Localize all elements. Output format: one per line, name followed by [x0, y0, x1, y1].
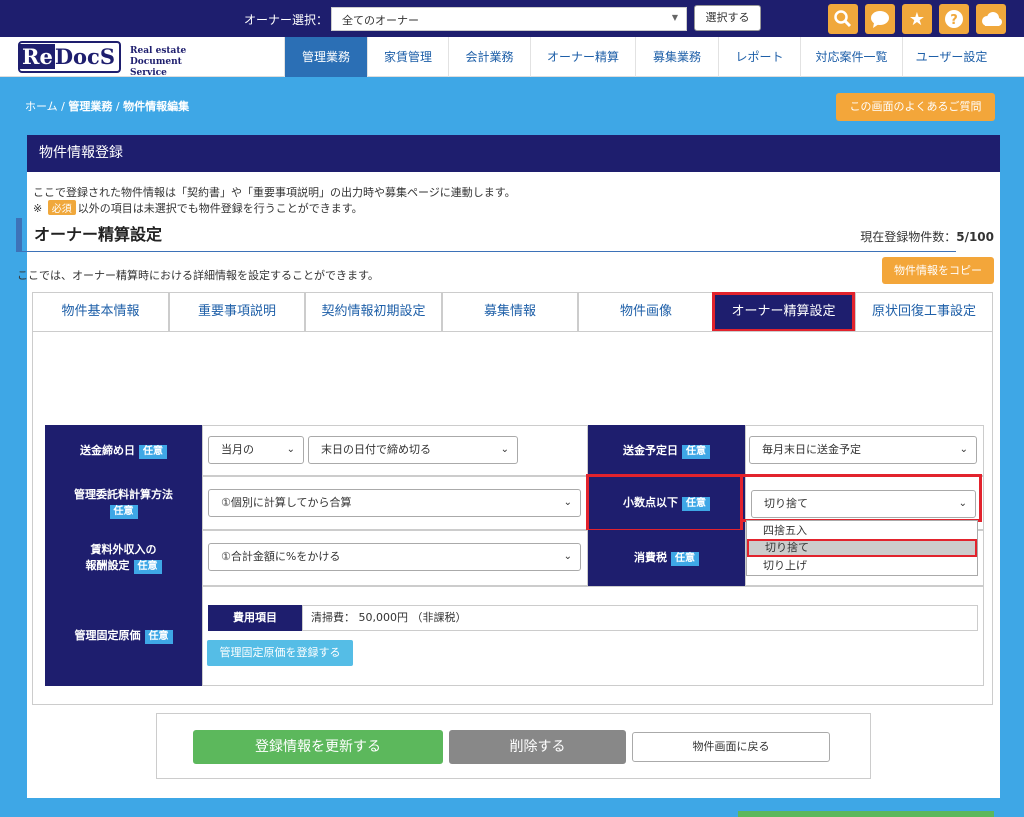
redocs-logo[interactable]: ReDocS Real estate Document Service — [18, 41, 214, 78]
commission-method-label: 管理委託料計算方法 任意 — [45, 476, 202, 530]
property-count: 現在登録物件数：5/100 — [860, 230, 994, 244]
help-icon[interactable]: ? — [939, 4, 969, 34]
top-bar: オーナー選択： 全てのオーナー ▼ 選択する ★ ? — [0, 0, 1024, 37]
owner-select[interactable]: 全てのオーナー ▼ — [331, 7, 687, 31]
chevron-down-icon: ▼ — [671, 13, 678, 22]
chevron-down-icon: ⌄ — [500, 444, 509, 455]
tab-restoration[interactable]: 原状回復工事設定 — [855, 292, 993, 332]
main-nav: ReDocS Real estate Document Service 管理業務 … — [0, 37, 1024, 78]
non-rent-income-select[interactable]: ①合計金額に%をかける ⌄ — [208, 543, 581, 571]
chevron-down-icon: ⌄ — [563, 497, 572, 508]
non-rent-income-label: 賃料外収入の 報酬設定 任意 — [45, 530, 202, 586]
section-divider — [16, 251, 956, 252]
section-title: オーナー精算設定 — [16, 218, 162, 251]
nav-user-settings[interactable]: ユーザー設定 — [902, 37, 1000, 77]
owner-select-value: 全てのオーナー — [342, 14, 419, 27]
tab-recruitment-info[interactable]: 募集情報 — [442, 292, 578, 332]
fixed-cost-cell — [202, 586, 984, 686]
breadcrumb: ホーム / 管理業務 / 物件情報編集 — [25, 100, 190, 113]
star-icon[interactable]: ★ — [902, 4, 932, 34]
optional-tag: 任意 — [139, 444, 167, 459]
nav-cases[interactable]: 対応案件一覧 — [800, 37, 902, 77]
intro-text: ここで登録された物件情報は「契約書」や「重要事項説明」の出力時や募集ページに連動… — [33, 186, 516, 199]
chat-icon[interactable] — [865, 4, 895, 34]
back-to-property-button[interactable]: 物件画面に戻る — [632, 732, 830, 762]
faq-button[interactable]: この画面のよくあるご質問 — [836, 93, 995, 121]
svg-text:?: ? — [950, 13, 958, 28]
closing-month-select[interactable]: 当月の ⌄ — [208, 436, 304, 464]
nav-rent[interactable]: 家賃管理 — [367, 37, 448, 77]
copy-property-button[interactable]: 物件情報をコピー — [882, 257, 994, 284]
nav-report[interactable]: レポート — [718, 37, 800, 77]
nav-owner-settlement[interactable]: オーナー精算 — [530, 37, 635, 77]
dropdown-option[interactable]: 四捨五入 — [747, 522, 977, 540]
tab-basic-info[interactable]: 物件基本情報 — [32, 292, 169, 332]
tax-label: 消費税 任意 — [588, 530, 745, 586]
breadcrumb-management[interactable]: 管理業務 — [68, 100, 112, 113]
chevron-down-icon: ⌄ — [563, 551, 572, 562]
required-badge: 必須 — [47, 200, 76, 215]
breadcrumb-current: 物件情報編集 — [123, 100, 190, 113]
decimal-label-highlight — [586, 474, 743, 532]
logo-mark: ReDocS — [18, 41, 121, 73]
dropdown-option[interactable]: 切り上げ — [747, 557, 977, 575]
search-icon[interactable] — [828, 4, 858, 34]
section-description: ここでは、オーナー精算時における詳細情報を設定することができます。 — [17, 269, 379, 282]
chevron-down-icon: ⌄ — [286, 444, 295, 455]
tab-owner-settlement[interactable]: オーナー精算設定 — [712, 292, 855, 332]
fee-item-header: 費用項目 — [208, 605, 302, 631]
select-owner-button[interactable]: 選択する — [694, 5, 761, 31]
fee-item-value: 清掃費： 50,000円 （非課税） — [302, 605, 978, 631]
bottom-strip — [738, 811, 994, 817]
decimal-dropdown-list: 四捨五入 切り捨て 切り上げ — [746, 520, 978, 576]
remit-date-select[interactable]: 毎月末日に送金予定 ⌄ — [749, 436, 977, 464]
update-button[interactable]: 登録情報を更新する — [193, 730, 443, 764]
intro-note: ※ 必須 以外の項目は未選択でも物件登録を行うことができます。 — [33, 200, 363, 215]
delete-button[interactable]: 削除する — [449, 730, 626, 764]
tab-important-matters[interactable]: 重要事項説明 — [169, 292, 305, 332]
register-fixed-cost-button[interactable]: 管理固定原価を登録する — [207, 640, 353, 666]
nav-accounting[interactable]: 会計業務 — [448, 37, 530, 77]
panel-title: 物件情報登録 — [27, 135, 1000, 172]
commission-method-select[interactable]: ①個別に計算してから合算 ⌄ — [208, 489, 581, 517]
dropdown-option-selected[interactable]: 切り捨て — [747, 539, 977, 557]
cloud-icon[interactable] — [976, 4, 1006, 34]
fixed-cost-label: 管理固定原価 任意 — [45, 586, 202, 686]
nav-management[interactable]: 管理業務 — [284, 37, 367, 77]
closing-day-label: 送金締め日 任意 — [45, 425, 202, 476]
decimal-select-highlight — [740, 474, 982, 522]
tab-property-images[interactable]: 物件画像 — [578, 292, 714, 332]
breadcrumb-home[interactable]: ホーム — [25, 100, 58, 113]
logo-subtitle: Real estate Document Service — [130, 46, 187, 78]
tab-contract-defaults[interactable]: 契約情報初期設定 — [305, 292, 442, 332]
owner-select-label: オーナー選択： — [244, 13, 329, 27]
closing-rule-select[interactable]: 末日の日付で締め切る ⌄ — [308, 436, 518, 464]
chevron-down-icon: ⌄ — [959, 444, 968, 455]
remit-date-label: 送金予定日 任意 — [588, 425, 745, 476]
nav-recruitment[interactable]: 募集業務 — [635, 37, 718, 77]
